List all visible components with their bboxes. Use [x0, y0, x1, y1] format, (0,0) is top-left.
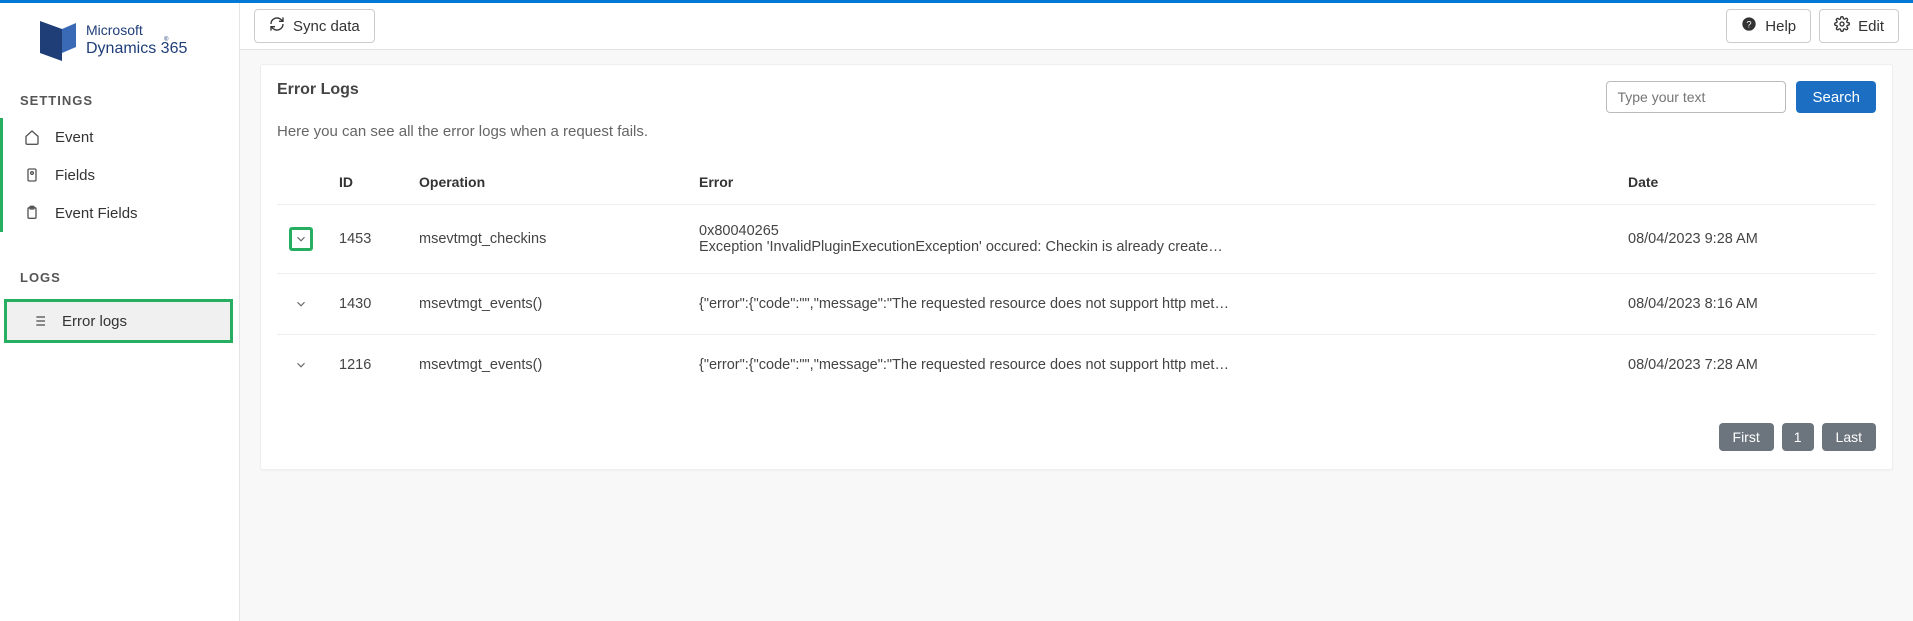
row-error-body: {"error":{"code":"","message":"The reque…: [699, 357, 1229, 373]
row-expand-button[interactable]: [289, 292, 313, 316]
sidebar-highlight-frame: Error logs: [4, 299, 233, 343]
row-error-code: 0x80040265: [699, 223, 1604, 239]
row-date: 08/04/2023 8:16 AM: [1616, 274, 1876, 335]
page-title: Error Logs: [277, 81, 359, 99]
list-icon: [30, 312, 48, 330]
row-id: 1216: [327, 335, 407, 396]
table-row: 1453 msevtmgt_checkins 0x80040265 Except…: [277, 205, 1876, 274]
sync-data-button[interactable]: Sync data: [254, 9, 375, 43]
pagination: First 1 Last: [261, 411, 1892, 469]
edit-button[interactable]: Edit: [1819, 9, 1899, 43]
row-id: 1430: [327, 274, 407, 335]
table-row: 1430 msevtmgt_events() {"error":{"code":…: [277, 274, 1876, 335]
row-error-body: Exception 'InvalidPluginExecutionExcepti…: [699, 239, 1229, 255]
home-icon: [23, 128, 41, 146]
sidebar: Microsoft Dynamics 365 ® SETTINGS Event …: [0, 3, 240, 621]
help-button[interactable]: ? Help: [1726, 9, 1811, 43]
column-header-error[interactable]: Error: [687, 160, 1616, 205]
refresh-icon: [269, 16, 285, 36]
row-operation: msevtmgt_events(): [407, 274, 687, 335]
row-operation: msevtmgt_checkins: [407, 205, 687, 274]
sidebar-item-label: Error logs: [62, 313, 127, 330]
column-header-operation[interactable]: Operation: [407, 160, 687, 205]
row-expand-button[interactable]: [289, 353, 313, 377]
error-logs-card: Error Logs Search Here you can see all t…: [260, 64, 1893, 470]
sidebar-item-label: Event Fields: [55, 205, 138, 222]
sidebar-item-event[interactable]: Event: [0, 118, 239, 156]
brand-line1: Microsoft: [86, 22, 143, 38]
help-label: Help: [1765, 18, 1796, 35]
svg-text:®: ®: [164, 36, 169, 43]
sidebar-section-settings: SETTINGS: [0, 83, 239, 118]
row-error-body: {"error":{"code":"","message":"The reque…: [699, 296, 1229, 312]
sidebar-item-event-fields[interactable]: Event Fields: [0, 194, 239, 232]
edit-label: Edit: [1858, 18, 1884, 35]
search-input[interactable]: [1606, 81, 1786, 113]
page-subtitle: Here you can see all the error logs when…: [261, 123, 1892, 160]
pager-first-button[interactable]: First: [1719, 423, 1774, 451]
chevron-down-icon: [294, 232, 308, 246]
row-id: 1453: [327, 205, 407, 274]
error-logs-table: ID Operation Error Date: [277, 160, 1876, 395]
pager-last-button[interactable]: Last: [1822, 423, 1876, 451]
help-icon: ?: [1741, 16, 1757, 36]
gear-icon: [1834, 16, 1850, 36]
chevron-down-icon: [294, 297, 308, 311]
sidebar-item-fields[interactable]: Fields: [0, 156, 239, 194]
brand-line2: Dynamics 365: [86, 40, 187, 57]
column-header-date[interactable]: Date: [1616, 160, 1876, 205]
row-date: 08/04/2023 9:28 AM: [1616, 205, 1876, 274]
svg-text:?: ?: [1747, 19, 1752, 29]
row-operation: msevtmgt_events(): [407, 335, 687, 396]
row-date: 08/04/2023 7:28 AM: [1616, 335, 1876, 396]
sidebar-item-error-logs[interactable]: Error logs: [7, 302, 230, 340]
column-header-id[interactable]: ID: [327, 160, 407, 205]
sidebar-item-label: Fields: [55, 167, 95, 184]
row-expand-button[interactable]: [289, 227, 313, 251]
badge-icon: [23, 166, 41, 184]
pager-page-1-button[interactable]: 1: [1782, 423, 1814, 451]
table-row: 1216 msevtmgt_events() {"error":{"code":…: [277, 335, 1876, 396]
sidebar-item-label: Event: [55, 129, 93, 146]
sidebar-section-logs: LOGS: [0, 260, 239, 295]
clipboard-icon: [23, 204, 41, 222]
search-button[interactable]: Search: [1796, 81, 1876, 113]
topbar: Sync data ? Help Edit: [240, 3, 1913, 50]
main-content: Sync data ? Help Edit: [240, 3, 1913, 621]
chevron-down-icon: [294, 358, 308, 372]
brand-logo: Microsoft Dynamics 365 ®: [0, 3, 239, 83]
sync-data-label: Sync data: [293, 18, 360, 35]
